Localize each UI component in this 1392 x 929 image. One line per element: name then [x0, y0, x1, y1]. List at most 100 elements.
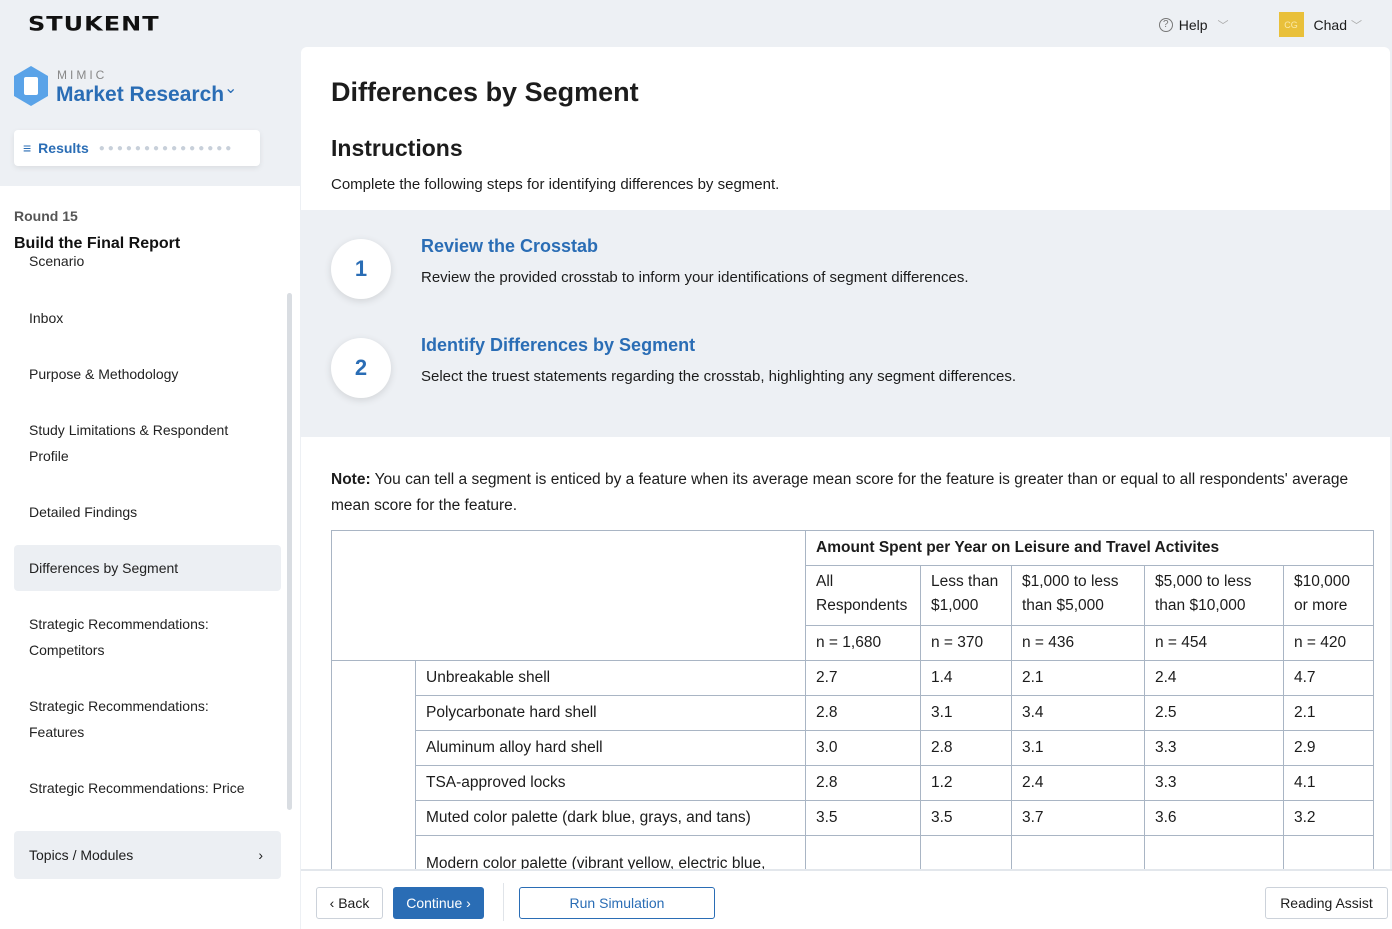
- continue-button[interactable]: Continue ›: [393, 887, 484, 919]
- brand-label: MIMIC: [57, 68, 108, 82]
- progress-dots: ●●●●●●●●●●●●●●●: [98, 142, 235, 154]
- cell-value: 2.8: [805, 765, 921, 801]
- instructions-text: Complete the following steps for identif…: [331, 176, 780, 193]
- cell-value: 4.1: [1282, 765, 1375, 801]
- page-title: Differences by Segment: [331, 77, 639, 107]
- chevron-down-icon[interactable]: ⌄: [224, 78, 237, 98]
- cell-value: 3.1: [1011, 730, 1145, 766]
- table-row: TSA-approved locks 2.8 1.2 2.4 3.3 4.1: [332, 765, 1375, 801]
- note: Note: You can tell a segment is enticed …: [331, 467, 1381, 519]
- product-name[interactable]: Market Research: [56, 83, 224, 107]
- chevron-down-icon: ﹀: [1217, 19, 1229, 32]
- sidebar-item-strategic-features[interactable]: Strategic Recommendations: Features: [14, 693, 234, 745]
- sidebar-item-strategic-price[interactable]: Strategic Recommendations: Price: [14, 775, 281, 801]
- cell-value: 2.5: [1144, 695, 1284, 731]
- sidebar-item-scenario[interactable]: Scenario: [14, 256, 281, 274]
- user-menu[interactable]: Chad ﹀: [1314, 17, 1362, 33]
- row-group-cell: [331, 660, 416, 869]
- section-title: Build the Final Report: [14, 235, 284, 253]
- step-description: Select the truest statements regarding t…: [421, 368, 1017, 385]
- cell-value: 2.9: [1282, 730, 1375, 766]
- cell-value: 2.9: [1282, 835, 1375, 869]
- footer-toolbar: ‹ Back Continue › Run Simulation Reading…: [301, 869, 1392, 929]
- market-research-clipboard-icon: [14, 66, 48, 106]
- sample-size: n = 454: [1144, 625, 1284, 661]
- cell-value: 1.4: [920, 660, 1012, 696]
- step-title: Identify Differences by Segment: [421, 335, 696, 355]
- cell-value: 2.4: [1011, 765, 1145, 801]
- cell-value: 3.1: [920, 695, 1012, 731]
- cell-value: 1.2: [1011, 835, 1145, 869]
- help-label: Help: [1178, 16, 1208, 33]
- table-row: Polycarbonate hard shell 2.8 3.1 3.4 2.5 2.1: [332, 695, 1375, 731]
- back-button[interactable]: ‹ Back: [316, 887, 383, 919]
- sidebar-scrollbar[interactable]: [287, 293, 292, 810]
- row-label: Polycarbonate hard shell: [415, 695, 806, 731]
- cell-value: 3.3: [1144, 730, 1284, 766]
- blank-header-cell: [331, 530, 806, 661]
- cell-value: 2.4: [1144, 660, 1284, 696]
- sample-size: n = 420: [1282, 625, 1375, 661]
- cell-value: 3.5: [920, 800, 1012, 836]
- cell-value: 3.3: [805, 835, 921, 869]
- table-row: Modern color palette (vibrant yellow, el…: [332, 835, 1375, 869]
- sidebar-item-study-limitations[interactable]: Study Limitations & Respondent Profile: [14, 417, 254, 469]
- cell-value: 3.4: [1011, 695, 1145, 731]
- cell-value: 3.6: [1144, 800, 1284, 836]
- cell-value: 2.1: [1282, 695, 1375, 731]
- cell-value: 4.9: [920, 835, 1012, 869]
- row-label: Modern color palette (vibrant yellow, el…: [415, 835, 806, 869]
- table-row: Muted color palette (dark blue, grays, a…: [332, 800, 1375, 836]
- sample-size: n = 1,680: [805, 625, 921, 661]
- sidebar-item-detailed-findings[interactable]: Detailed Findings: [14, 499, 281, 525]
- cell-value: 2.7: [805, 660, 921, 696]
- steps-panel: 1 Review the Crosstab Review the provide…: [301, 210, 1390, 437]
- table-row: Unbreakable shell 2.7 1.4 2.1 2.4 4.7: [331, 660, 1375, 869]
- column-header: All Respondents: [805, 565, 921, 626]
- help-icon: ?: [1158, 17, 1173, 32]
- reading-assist-button[interactable]: Reading Assist: [1265, 887, 1388, 919]
- sample-size: n = 370: [920, 625, 1012, 661]
- run-simulation-button[interactable]: Run Simulation: [519, 887, 715, 919]
- row-label: Unbreakable shell: [415, 660, 806, 696]
- sidebar-item-strategic-competitors[interactable]: Strategic Recommendations: Competitors: [14, 611, 234, 663]
- results-progress-button[interactable]: ≡ Results ●●●●●●●●●●●●●●●: [14, 130, 260, 166]
- note-label: Note:: [331, 471, 371, 488]
- cell-value: 1.2: [920, 765, 1012, 801]
- column-header: $1,000 to less than $5,000: [1011, 565, 1145, 626]
- step-description: Review the provided crosstab to inform y…: [421, 269, 969, 286]
- results-label: Results: [38, 140, 89, 156]
- sidebar-item-inbox[interactable]: Inbox: [14, 305, 281, 331]
- column-header: $10,000 or more: [1282, 565, 1375, 626]
- note-text: You can tell a segment is enticed by a f…: [331, 471, 1349, 514]
- main-content: Differences by Segment Instructions Comp…: [301, 47, 1390, 869]
- help-menu[interactable]: ? Help ﹀: [1158, 16, 1229, 33]
- user-name: Chad: [1313, 16, 1347, 33]
- sidebar-item-purpose-methodology[interactable]: Purpose & Methodology: [14, 361, 281, 387]
- topics-label: Topics / Modules: [29, 847, 134, 863]
- menu-icon: ≡: [23, 140, 32, 156]
- stukent-logo: STUKENT: [28, 12, 160, 36]
- sample-size: n = 436: [1011, 625, 1145, 661]
- cell-value: 2.8: [805, 695, 921, 731]
- column-header: Less than $1,000: [920, 565, 1012, 626]
- column-header: $5,000 to less than $10,000: [1144, 565, 1284, 626]
- step-number: 2: [331, 338, 391, 398]
- row-label: Muted color palette (dark blue, grays, a…: [415, 800, 806, 836]
- sidebar-nav: Scenario Inbox Purpose & Methodology Stu…: [14, 256, 282, 826]
- step-number: 1: [331, 239, 391, 299]
- chevron-down-icon: ﹀: [1351, 19, 1362, 32]
- cell-value: 2.1: [1011, 660, 1145, 696]
- cell-value: 3.7: [1011, 800, 1145, 836]
- divider: [503, 883, 504, 921]
- instructions-heading: Instructions: [331, 135, 463, 161]
- group-header: Amount Spent per Year on Leisure and Tra…: [804, 530, 1375, 566]
- topics-modules-button[interactable]: Topics / Modules ›: [14, 831, 281, 879]
- avatar[interactable]: CG: [1278, 12, 1304, 37]
- cell-value: 4.7: [1282, 660, 1375, 696]
- cell-value: 4.1: [1144, 835, 1284, 869]
- cell-value: 3.5: [805, 800, 921, 836]
- sidebar-item-differences-by-segment[interactable]: Differences by Segment: [14, 545, 281, 591]
- step-title: Review the Crosstab: [421, 236, 599, 256]
- round-label: Round 15: [14, 208, 78, 224]
